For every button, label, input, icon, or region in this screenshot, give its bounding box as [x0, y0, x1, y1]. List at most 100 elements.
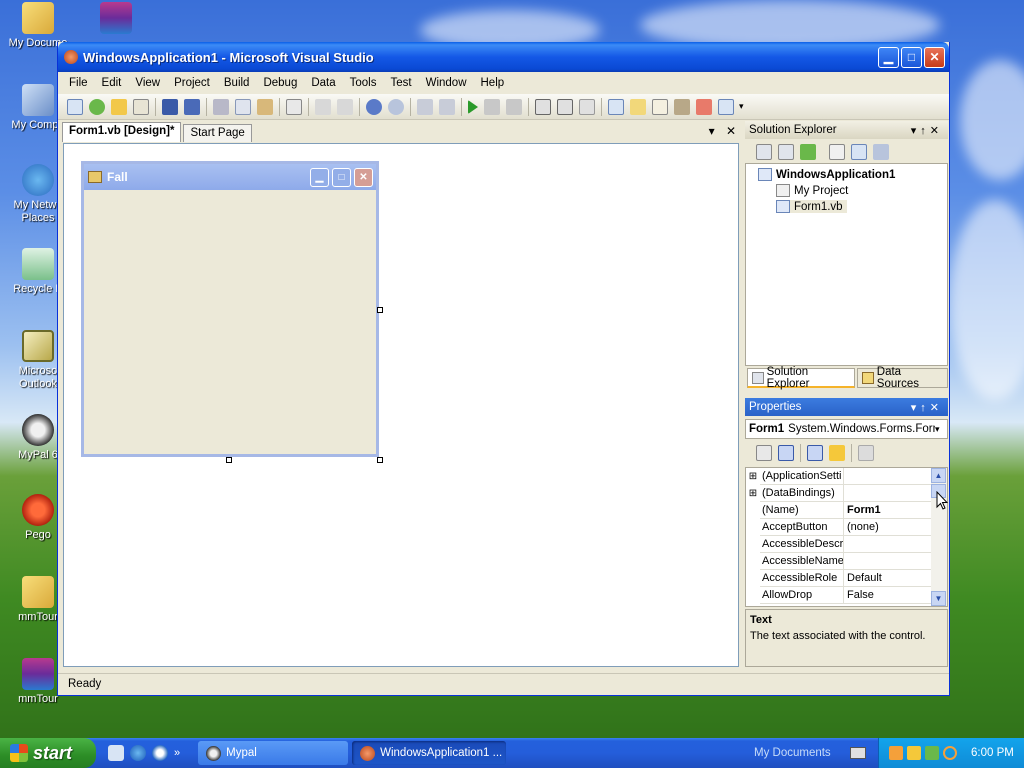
search-tray-icon[interactable] [943, 746, 957, 760]
new-project-icon[interactable] [67, 98, 83, 115]
view-code-icon[interactable] [829, 144, 845, 160]
form-designer-surface[interactable]: Fall ▁ □ ✕ [63, 143, 739, 667]
property-value[interactable]: (none) [844, 519, 932, 536]
add-new-item-icon[interactable] [133, 98, 149, 115]
form-close-button[interactable]: ✕ [354, 167, 373, 187]
address-toolbar-label[interactable]: My Documents [754, 747, 831, 759]
form-maximize-button[interactable]: □ [332, 167, 351, 187]
expand-icon[interactable]: ⊞ [746, 485, 760, 502]
menu-test[interactable]: Test [384, 77, 419, 89]
scroll-up-icon[interactable]: ▲ [931, 468, 946, 483]
view-class-diagram-icon[interactable] [873, 144, 889, 160]
tree-item-solution[interactable]: WindowsApplication1 [758, 168, 895, 181]
property-row[interactable]: AcceptButton (none) [746, 519, 932, 536]
comment-icon[interactable] [315, 98, 331, 115]
refresh-icon[interactable] [778, 144, 794, 160]
menu-build[interactable]: Build [217, 77, 257, 89]
property-row[interactable]: AccessibleDescri [746, 536, 932, 553]
object-browser-icon[interactable] [696, 98, 712, 115]
designer-form[interactable]: Fall ▁ □ ✕ [81, 161, 379, 457]
clock[interactable]: 6:00 PM [971, 747, 1014, 759]
pause-icon[interactable] [484, 98, 500, 115]
find-icon[interactable] [286, 98, 302, 115]
menu-help[interactable]: Help [474, 77, 512, 89]
redo-icon[interactable] [388, 98, 404, 115]
active-files-dropdown-icon[interactable]: ▾ [709, 124, 715, 138]
desktop-icon-winrar[interactable] [82, 2, 150, 37]
designer-form-titlebar[interactable]: Fall ▁ □ ✕ [84, 164, 376, 190]
cut-icon[interactable] [213, 98, 229, 115]
menu-data[interactable]: Data [304, 77, 342, 89]
refresh-alt-icon[interactable] [800, 144, 816, 160]
property-value[interactable]: False [844, 587, 932, 604]
property-value[interactable]: Form1 [844, 502, 932, 519]
auto-hide-pin-icon[interactable]: ↑ [920, 402, 930, 414]
navigate-forward-icon[interactable] [439, 98, 455, 115]
property-value[interactable]: Default [844, 570, 932, 587]
menu-project[interactable]: Project [167, 77, 217, 89]
close-button[interactable]: ✕ [924, 46, 945, 68]
toolbox-icon[interactable] [674, 98, 690, 115]
property-row[interactable]: AccessibleName [746, 553, 932, 570]
property-pages-icon[interactable] [858, 445, 874, 461]
window-position-dropdown-icon[interactable]: ▾ [911, 125, 921, 137]
resize-handle-right[interactable] [377, 307, 383, 313]
task-button-mypal[interactable]: Mypal [198, 741, 349, 765]
security-shield-icon[interactable] [907, 746, 921, 760]
maximize-button[interactable]: □ [901, 46, 922, 68]
butterfly-tray-icon[interactable] [889, 746, 903, 760]
save-icon[interactable] [162, 98, 178, 115]
property-row[interactable]: ⊞ (DataBindings) [746, 485, 932, 502]
property-row[interactable]: (Name) Form1 [746, 502, 932, 519]
step-out-icon[interactable] [579, 98, 595, 115]
close-document-icon[interactable]: ✕ [726, 124, 736, 138]
expand-icon[interactable]: ⊞ [746, 468, 760, 485]
auto-hide-pin-icon[interactable]: ↑ [920, 125, 930, 137]
tab-form1-design[interactable]: Form1.vb [Design]* [62, 122, 182, 142]
solution-explorer-icon[interactable] [630, 98, 646, 115]
properties-scrollbar[interactable]: ▲ ▼ [931, 468, 947, 606]
toolbar-overflow-icon[interactable]: ▾ [739, 101, 744, 112]
menu-tools[interactable]: Tools [343, 77, 384, 89]
view-designer-icon[interactable] [851, 144, 867, 160]
events-icon[interactable] [829, 445, 845, 461]
dropdown-arrow-icon[interactable]: ▾ [935, 424, 947, 435]
tab-data-sources[interactable]: Data Sources [857, 366, 948, 390]
menu-window[interactable]: Window [419, 77, 474, 89]
find-in-files-icon[interactable] [608, 98, 624, 115]
quick-launch-overflow-icon[interactable]: » [174, 747, 180, 759]
window-position-dropdown-icon[interactable]: ▾ [911, 402, 921, 414]
property-value[interactable] [844, 485, 932, 502]
show-all-files-icon[interactable] [756, 144, 772, 160]
properties-window-icon[interactable] [652, 98, 668, 115]
menu-edit[interactable]: Edit [95, 77, 129, 89]
property-value[interactable] [844, 536, 932, 553]
add-item-icon[interactable] [89, 98, 105, 115]
save-all-icon[interactable] [184, 98, 200, 115]
undo-icon[interactable] [366, 98, 382, 115]
close-panel-icon[interactable]: ✕ [930, 402, 943, 414]
resize-handle-bottom[interactable] [226, 457, 232, 463]
tab-solution-explorer[interactable]: Solution Explorer [747, 366, 856, 390]
property-value[interactable] [844, 468, 932, 485]
property-value[interactable] [844, 553, 932, 570]
window-titlebar[interactable]: WindowsApplication1 - Microsoft Visual S… [58, 42, 949, 72]
uncomment-icon[interactable] [337, 98, 353, 115]
start-debugging-icon[interactable] [468, 99, 478, 114]
property-row[interactable]: AccessibleRole Default [746, 570, 932, 587]
property-row[interactable]: AllowDrop False [746, 587, 932, 604]
property-row[interactable]: ⊞ (ApplicationSetti [746, 468, 932, 485]
navigate-backward-icon[interactable] [417, 98, 433, 115]
task-button-visual-studio[interactable]: WindowsApplication1 ... [352, 741, 507, 765]
alphabetical-icon[interactable] [778, 445, 794, 461]
paste-icon[interactable] [257, 98, 273, 115]
stop-icon[interactable] [506, 98, 522, 115]
menu-view[interactable]: View [128, 77, 167, 89]
media-player-icon[interactable] [152, 745, 168, 761]
keyboard-icon[interactable] [850, 747, 866, 759]
copy-icon[interactable] [235, 98, 251, 115]
open-file-icon[interactable] [111, 98, 127, 115]
network-tray-icon[interactable] [925, 746, 939, 760]
step-over-icon[interactable] [557, 98, 573, 115]
close-panel-icon[interactable]: ✕ [930, 125, 943, 137]
